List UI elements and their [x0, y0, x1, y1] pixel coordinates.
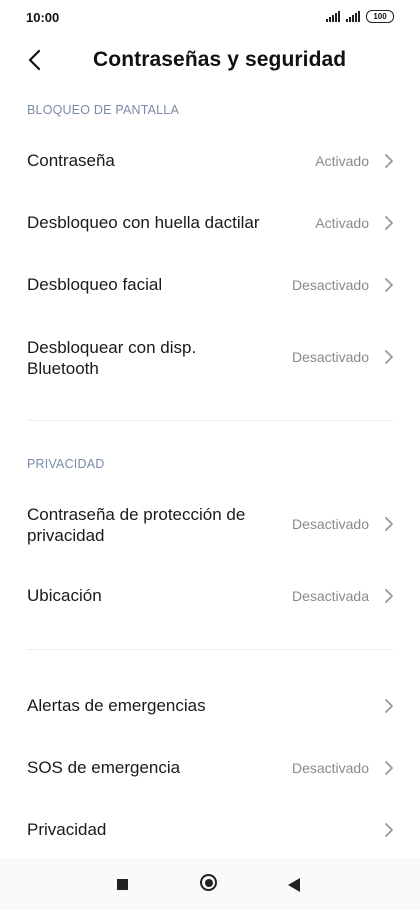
row-label: Desbloqueo facial — [27, 275, 163, 294]
row-label: Contraseña — [27, 151, 115, 170]
header: Contraseñas y seguridad — [0, 36, 420, 84]
section-label-privacy: PRIVACIDAD — [27, 457, 105, 471]
row-value: Desactivado — [291, 760, 369, 776]
row-privacy-password[interactable]: Contraseña de protección de privacidad D… — [0, 495, 420, 553]
row-label: SOS de emergencia — [27, 758, 181, 777]
row-value: Desactivado — [291, 349, 369, 365]
row-label: Alertas de emergencias — [27, 696, 206, 715]
back-arrow-icon[interactable] — [24, 46, 48, 74]
divider — [27, 649, 393, 650]
row-emergency-alerts[interactable]: Alertas de emergencias — [0, 683, 420, 729]
row-label: Privacidad — [27, 820, 107, 839]
home-circle-icon[interactable] — [200, 874, 217, 891]
navigation-bar — [0, 858, 420, 910]
status-bar: 10:00 100 — [0, 0, 420, 36]
chevron-right-icon — [385, 350, 393, 364]
chevron-right-icon — [385, 823, 393, 837]
chevron-right-icon — [385, 517, 393, 531]
row-value: Desactivada — [291, 588, 369, 604]
chevron-right-icon — [385, 278, 393, 292]
row-value: Activado — [315, 215, 369, 231]
row-value: Desactivado — [291, 277, 369, 293]
row-label: Desbloquear con disp. Bluetooth — [27, 338, 197, 378]
status-icons: 100 — [326, 10, 394, 23]
row-value: Activado — [315, 153, 369, 169]
chevron-right-icon — [385, 154, 393, 168]
page-title: Contraseñas y seguridad — [93, 48, 347, 71]
row-label: Desbloqueo con huella dactilar — [27, 213, 260, 232]
section-label-screen-lock: BLOQUEO DE PANTALLA — [27, 103, 179, 117]
recents-square-icon[interactable] — [117, 879, 128, 890]
row-privacy[interactable]: Privacidad — [0, 807, 420, 853]
row-fingerprint-unlock[interactable]: Desbloqueo con huella dactilar Activado — [0, 200, 420, 246]
row-bluetooth-unlock[interactable]: Desbloquear con disp. Bluetooth Desactiv… — [0, 328, 420, 386]
divider — [27, 420, 393, 421]
row-location[interactable]: Ubicación Desactivada — [0, 573, 420, 619]
signal-icon — [326, 11, 340, 22]
chevron-right-icon — [385, 761, 393, 775]
row-label: Ubicación — [27, 586, 102, 605]
row-label: Contraseña de protección de privacidad — [27, 505, 246, 545]
battery-level: 100 — [373, 12, 387, 21]
battery-icon: 100 — [366, 10, 394, 23]
row-value: Desactivado — [291, 516, 369, 532]
row-password[interactable]: Contraseña Activado — [0, 138, 420, 184]
row-face-unlock[interactable]: Desbloqueo facial Desactivado — [0, 262, 420, 308]
chevron-right-icon — [385, 699, 393, 713]
chevron-right-icon — [385, 216, 393, 230]
back-triangle-icon[interactable] — [288, 878, 300, 892]
signal-icon-2 — [346, 11, 360, 22]
status-time: 10:00 — [26, 10, 60, 25]
chevron-right-icon — [385, 589, 393, 603]
row-emergency-sos[interactable]: SOS de emergencia Desactivado — [0, 745, 420, 791]
